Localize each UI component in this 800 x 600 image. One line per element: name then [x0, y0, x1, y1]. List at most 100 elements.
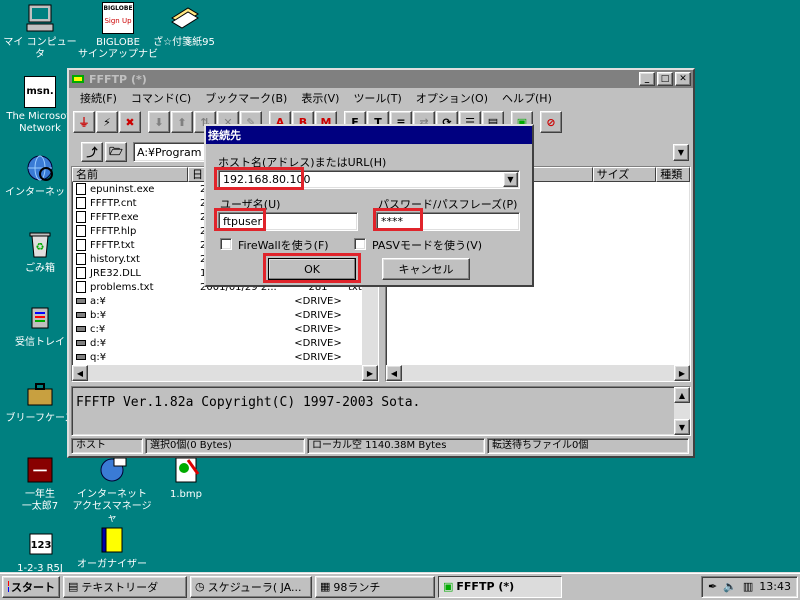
remote-hscrollbar[interactable]: ◀ ▶: [386, 365, 690, 381]
pasv-checkbox[interactable]: [354, 238, 366, 250]
svg-text:123: 123: [31, 540, 52, 551]
desktop-icon-sticky[interactable]: ざ☆付箋紙95: [144, 2, 224, 49]
scroll-left-icon[interactable]: ◀: [72, 365, 88, 381]
file-name: epuninst.exe: [90, 183, 155, 195]
remote-col-kind[interactable]: 種類: [656, 167, 690, 182]
globe-icon: [24, 152, 56, 184]
file-row[interactable]: c:¥ <DRIVE>: [72, 322, 378, 336]
file-row[interactable]: d:¥ <DRIVE>: [72, 336, 378, 350]
remote-path-dropdown-icon[interactable]: ▼: [673, 144, 689, 161]
menu-tools[interactable]: ツール(T): [346, 90, 408, 106]
desktop-icon-label: 一年生 一太郎7: [21, 489, 59, 512]
lotus-123-icon: 123: [24, 528, 56, 560]
taskbar-item-label: スケジューラ( JA...: [207, 580, 302, 594]
msn-icon: msn.: [24, 76, 56, 108]
ok-button[interactable]: OK: [268, 258, 356, 280]
taskbar-item-textreader[interactable]: ▤ テキストリーダ: [63, 575, 187, 598]
remote-col-size[interactable]: サイズ: [592, 167, 657, 182]
scroll-right-icon[interactable]: ▶: [362, 365, 378, 381]
host-label: ホスト名(アドレス)またはURL(H): [218, 156, 387, 169]
scroll-right-icon[interactable]: ▶: [674, 365, 690, 381]
host-value: 192.168.80.100: [223, 173, 311, 186]
dialog-titlebar[interactable]: 接続先: [206, 126, 532, 144]
file-name: q:¥: [90, 351, 107, 363]
local-col-name[interactable]: 名前: [72, 167, 188, 182]
menu-connect[interactable]: 接続(F): [73, 90, 124, 106]
log-area[interactable]: FFFTP Ver.1.82a Copyright(C) 1997-2003 S…: [71, 386, 691, 436]
desktop-icon-bmp[interactable]: 1.bmp: [146, 454, 226, 501]
desktop-icon-label: マイ コンピュータ: [3, 37, 77, 60]
window-titlebar[interactable]: FFFTP (*) _ □ ✕: [69, 70, 693, 88]
host-dropdown-icon[interactable]: ▼: [503, 172, 518, 187]
desktop-icon-organizer[interactable]: オーガナイザー: [72, 524, 152, 571]
menu-bar: 接続(F) コマンド(C) ブックマーク(B) 表示(V) ツール(T) オプシ…: [69, 88, 693, 108]
drive-icon: [76, 312, 86, 318]
menu-help[interactable]: ヘルプ(H): [495, 90, 559, 106]
taskbar-item-scheduler[interactable]: ◷ スケジューラ( JA...: [190, 575, 312, 598]
taskbar-item-ffftp[interactable]: ▣ FFFTP (*): [438, 575, 562, 598]
status-host: ホスト: [71, 438, 143, 454]
log-vscrollbar[interactable]: ▲ ▼: [674, 387, 690, 435]
file-row[interactable]: b:¥ <DRIVE>: [72, 308, 378, 322]
firewall-checkbox[interactable]: [220, 238, 232, 250]
close-button[interactable]: ✕: [675, 72, 691, 86]
file-icon: [76, 225, 86, 237]
start-label: スタート: [11, 580, 55, 594]
menu-options[interactable]: オプション(O): [409, 90, 495, 106]
windows-logo-icon: [8, 580, 9, 592]
speaker-icon[interactable]: 🔈: [723, 580, 737, 593]
file-row[interactable]: a:¥ <DRIVE>: [72, 294, 378, 308]
desktop-icon-label: ざ☆付箋紙95: [153, 37, 215, 48]
scroll-up-icon[interactable]: ▲: [674, 387, 690, 403]
connect-dialog: 接続先 ホスト名(アドレス)またはURL(H) 192.168.80.100 ▼…: [204, 124, 534, 287]
menu-command[interactable]: コマンド(C): [124, 90, 198, 106]
disconnect-icon[interactable]: ✖: [119, 111, 141, 133]
scroll-down-icon[interactable]: ▼: [674, 419, 690, 435]
file-name: problems.txt: [90, 281, 154, 293]
ime-icon[interactable]: ▥: [743, 580, 753, 593]
signup-logo: Sign Up: [104, 17, 132, 25]
file-size: <DRIVE>: [294, 337, 342, 349]
organizer-book-icon: [96, 524, 128, 556]
start-button[interactable]: スタート: [2, 575, 60, 598]
minimize-button[interactable]: _: [639, 72, 655, 86]
password-input[interactable]: ****: [376, 212, 520, 231]
menu-view[interactable]: 表示(V): [294, 90, 346, 106]
msn-logo: msn.: [26, 86, 54, 97]
taskbar-item-98launch[interactable]: ▦ 98ランチ: [315, 575, 435, 598]
file-name: c:¥: [90, 323, 106, 335]
local-path-field[interactable]: A:¥Program: [133, 142, 211, 162]
download-icon[interactable]: ⬇: [148, 111, 170, 133]
file-row[interactable]: q:¥ <DRIVE>: [72, 350, 378, 364]
clock[interactable]: 13:43: [759, 580, 791, 593]
quick-connect-icon[interactable]: ⚡: [96, 111, 118, 133]
file-name: FFFTP.txt: [90, 239, 135, 251]
file-name: history.txt: [90, 253, 140, 265]
host-input[interactable]: 192.168.80.100: [218, 170, 520, 189]
connect-icon[interactable]: ⏚: [73, 111, 95, 133]
maximize-button[interactable]: □: [657, 72, 673, 86]
file-name: JRE32.DLL: [90, 267, 141, 279]
cancel-button[interactable]: キャンセル: [382, 258, 470, 280]
upload-icon[interactable]: ⬆: [171, 111, 193, 133]
file-size: <DRIVE>: [294, 309, 342, 321]
desktop-icon-123[interactable]: 123 1-2-3 R5J: [0, 528, 80, 575]
file-icon: [76, 197, 86, 209]
menu-bookmark[interactable]: ブックマーク(B): [198, 90, 294, 106]
file-name: a:¥: [90, 295, 106, 307]
desktop-icon-my-computer[interactable]: マイ コンピュータ: [0, 2, 80, 61]
status-local-free: ローカル空 1140.38M Bytes: [307, 438, 485, 454]
desktop-icon-internet-access[interactable]: インターネット アクセスマネージャ: [72, 454, 152, 525]
desktop-icon-ichitaro[interactable]: 一 一年生 一太郎7: [0, 454, 80, 513]
file-name: FFFTP.hlp: [90, 225, 137, 237]
pen-icon[interactable]: ✒: [708, 580, 717, 593]
svg-text:一: 一: [33, 464, 47, 480]
user-input[interactable]: ftpuser: [218, 212, 358, 231]
user-label: ユーザ名(U): [220, 198, 281, 211]
stop-icon[interactable]: ⊘: [540, 111, 562, 133]
scroll-left-icon[interactable]: ◀: [386, 365, 402, 381]
open-folder-icon[interactable]: 🗁: [105, 142, 127, 162]
inbox-icon: [24, 302, 56, 334]
local-hscrollbar[interactable]: ◀ ▶: [72, 365, 378, 381]
folder-up-icon[interactable]: ⤴: [81, 142, 103, 162]
